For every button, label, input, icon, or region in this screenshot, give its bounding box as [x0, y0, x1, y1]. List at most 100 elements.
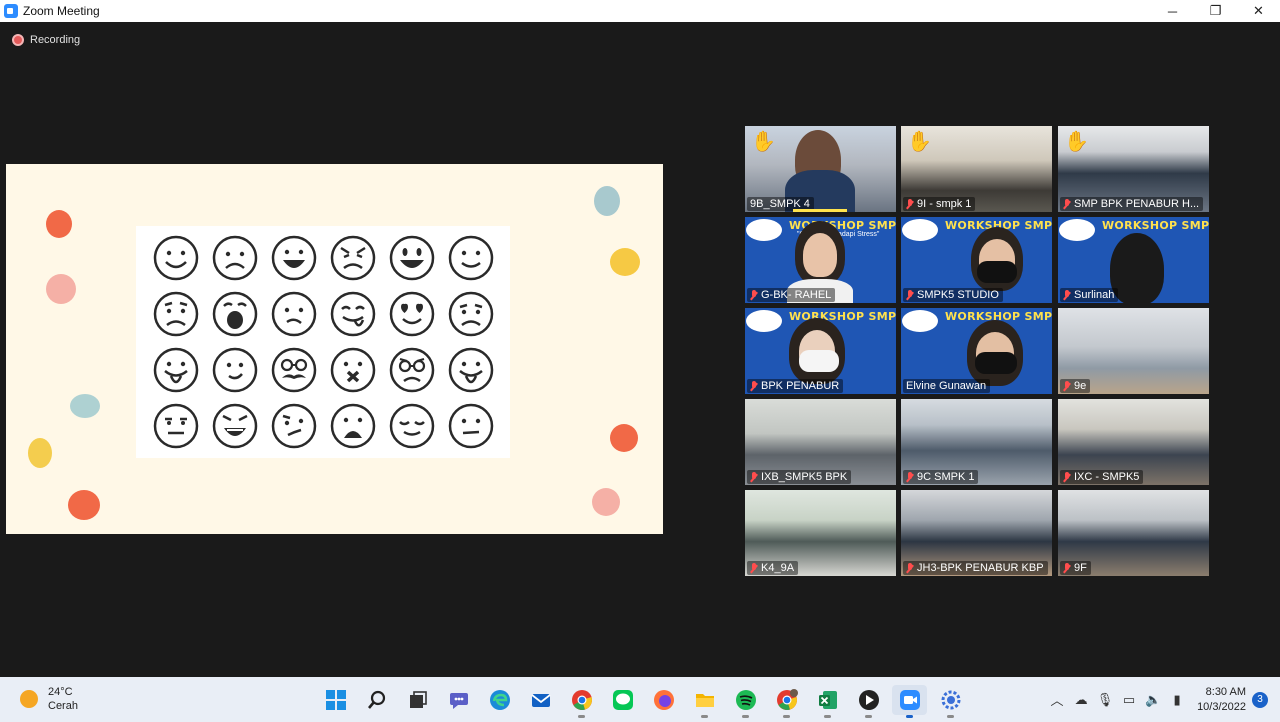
close-button[interactable]: ✕ [1237, 0, 1280, 22]
excel-icon [818, 691, 837, 709]
task-view-icon [409, 691, 427, 708]
playful-face-icon [448, 347, 493, 393]
maximize-button[interactable]: ❐ [1194, 0, 1237, 22]
video-tile[interactable]: WORKSHOP SMP SMPK5 STUDIO [901, 217, 1052, 303]
display-icon[interactable]: ▭ [1117, 688, 1141, 712]
meeting-area: Recording ✋ 9B_SMPK 4 ✋ 9I - smpk 1 ✋ SM… [0, 22, 1280, 677]
muted-mic-icon [1063, 289, 1071, 301]
smile-face-icon [448, 235, 493, 281]
weather-condition: Cerah [48, 700, 78, 712]
shocked-face-icon [212, 291, 257, 337]
video-tile[interactable]: JH3-BPK PENABUR KBP [901, 490, 1052, 576]
clock[interactable]: 8:30 AM 10/3/2022 [1197, 685, 1246, 715]
silly-face-icon [153, 347, 198, 393]
weather-widget[interactable]: 24°C Cerah [20, 685, 78, 713]
participant-name: Surlinah [1074, 289, 1115, 301]
settings-button[interactable] [933, 685, 968, 718]
paint-dot [68, 490, 100, 520]
video-tile[interactable]: IXB_SMPK5 BPK [745, 399, 896, 485]
speaking-indicator [793, 209, 847, 212]
confused-face-icon [271, 403, 316, 449]
speaker-icon[interactable]: 🔈 [1141, 688, 1165, 712]
video-tile-active-speaker[interactable]: WORKSHOP SMP Elvine Gunawan [901, 308, 1052, 394]
zoom-button[interactable] [892, 685, 927, 718]
chevron-up-icon[interactable]: ︿ [1045, 688, 1069, 712]
sun-icon [20, 690, 38, 708]
notification-badge[interactable]: 3 [1252, 691, 1268, 708]
task-view-button[interactable] [400, 685, 435, 715]
recording-icon [12, 34, 24, 46]
participant-name: 9F [1074, 562, 1087, 574]
video-tile[interactable]: 9e [1058, 308, 1209, 394]
video-tile[interactable]: WORKSHOP SMP BPK PENABUR [745, 308, 896, 394]
expressionless-face-icon [448, 403, 493, 449]
participant-name: BPK PENABUR [761, 380, 840, 392]
start-button[interactable] [318, 685, 353, 715]
paint-dot [46, 210, 72, 238]
shared-screen[interactable] [6, 164, 663, 534]
muted-mic-icon [906, 289, 914, 301]
muted-mic-icon [906, 471, 914, 483]
participant-name: JH3-BPK PENABUR KBP [917, 562, 1044, 574]
battery-icon[interactable]: ▮ [1165, 688, 1189, 712]
video-tile[interactable]: ✋ 9I - smpk 1 [901, 126, 1052, 212]
file-explorer-button[interactable] [687, 685, 722, 718]
window-title: Zoom Meeting [23, 4, 100, 18]
paint-dot [46, 274, 76, 304]
participant-name: 9C SMPK 1 [917, 471, 975, 483]
participant-name: K4_9A [761, 562, 795, 574]
participant-name: SMP BPK PENABUR H... [1074, 198, 1200, 210]
nerd-sad-face-icon [389, 347, 434, 393]
video-tile[interactable]: WORKSHOP SMP Surlinah [1058, 217, 1209, 303]
video-tile[interactable]: ✋ 9B_SMPK 4 [745, 126, 896, 212]
spotify-button[interactable] [728, 685, 763, 718]
grinning-face-icon [389, 235, 434, 281]
edge-icon [489, 690, 510, 710]
teams-chat-button[interactable] [441, 685, 476, 715]
mail-icon [530, 694, 551, 707]
video-tile[interactable]: 9C SMPK 1 [901, 399, 1052, 485]
video-tile[interactable]: 9F [1058, 490, 1209, 576]
firefox-button[interactable] [646, 685, 681, 715]
taskbar-apps [318, 685, 968, 718]
emoji-chart [136, 226, 510, 458]
line-button[interactable] [605, 685, 640, 715]
minimize-button[interactable]: ─ [1151, 0, 1194, 22]
video-tile[interactable]: ✋ SMP BPK PENABUR H... [1058, 126, 1209, 212]
microphone-icon[interactable]: 🎙 [1093, 688, 1117, 712]
recording-indicator[interactable]: Recording [12, 34, 80, 46]
paint-dot [610, 248, 640, 276]
video-tile[interactable]: IXC - SMPK5 [1058, 399, 1209, 485]
heart-eyes-face-icon [389, 291, 434, 337]
folder-icon [695, 694, 714, 707]
search-button[interactable] [359, 685, 394, 715]
edge-button[interactable] [482, 685, 517, 715]
video-tile[interactable]: K4_9A [745, 490, 896, 576]
mail-button[interactable] [523, 685, 558, 715]
tongue-face-icon [330, 291, 375, 337]
chrome-profile-icon [776, 689, 798, 710]
content-face-icon [212, 347, 257, 393]
paint-dot [594, 186, 620, 216]
participant-name: 9e [1074, 380, 1087, 392]
gear-icon [941, 690, 960, 710]
video-gallery: ✋ 9B_SMPK 4 ✋ 9I - smpk 1 ✋ SMP BPK PENA… [745, 126, 1210, 576]
relieved-face-icon [389, 403, 434, 449]
participant-name: Elvine Gunawan [906, 380, 987, 392]
chrome-icon [571, 690, 592, 710]
media-player-button[interactable] [851, 685, 886, 718]
upset-face-icon [448, 291, 493, 337]
chat-icon [449, 693, 468, 709]
angry-face-icon [330, 235, 375, 281]
zoom-logo-icon [4, 4, 18, 18]
chrome-button[interactable] [564, 685, 599, 718]
chrome-profile-button[interactable] [769, 685, 804, 718]
raised-hand-icon: ✋ [1064, 131, 1089, 153]
video-tile[interactable]: WORKSHOP SMP"Cara Menghadapi Stress" G-B… [745, 217, 896, 303]
excel-button[interactable] [810, 685, 845, 718]
clock-time: 8:30 AM [1205, 685, 1246, 698]
recording-label: Recording [30, 34, 81, 46]
zoom-icon [899, 690, 920, 710]
system-tray: ︿ ☁ 🎙 ▭ 🔈 ▮ 8:30 AM 10/3/2022 3 [1045, 677, 1280, 722]
onedrive-icon[interactable]: ☁ [1069, 688, 1093, 712]
